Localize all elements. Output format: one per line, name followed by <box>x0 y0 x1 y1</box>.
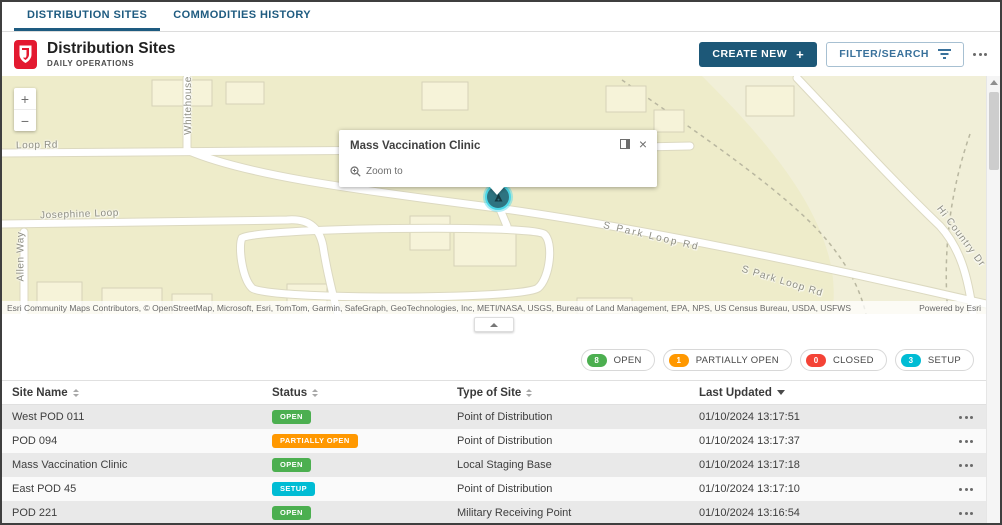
header-actions: CREATE NEW + FILTER/SEARCH <box>699 42 1000 67</box>
site-name: POD 221 <box>2 507 262 519</box>
site-name: West POD 011 <box>2 411 262 423</box>
powered-by-esri: Powered by Esri <box>919 303 981 313</box>
status-filter-closed[interactable]: 0 CLOSED <box>800 349 887 371</box>
last-updated: 01/10/2024 13:17:37 <box>689 435 946 447</box>
sort-icon <box>73 389 79 397</box>
page-title: Distribution Sites <box>47 40 175 57</box>
last-updated: 01/10/2024 13:17:10 <box>689 483 946 495</box>
status-badge: PARTIALLY OPEN <box>272 434 358 448</box>
zoom-to-link[interactable]: Zoom to <box>350 166 403 177</box>
status-badge: OPEN <box>272 506 311 520</box>
status-badge: OPEN <box>272 410 311 424</box>
status-summary-bar: 8 OPEN 1 PARTIALLY OPEN 0 CLOSED 3 SETUP <box>581 349 974 371</box>
scrollbar-thumb[interactable] <box>989 92 999 170</box>
sites-panel: 8 OPEN 1 PARTIALLY OPEN 0 CLOSED 3 SETUP… <box>2 314 986 523</box>
zoom-in-button[interactable]: + <box>14 88 36 110</box>
site-type: Local Staging Base <box>447 459 689 471</box>
table-row[interactable]: POD 221 OPEN Military Receiving Point 01… <box>2 501 986 525</box>
column-header-last-updated[interactable]: Last Updated <box>689 387 946 399</box>
filter-search-button[interactable]: FILTER/SEARCH <box>826 42 964 67</box>
row-more-icon[interactable] <box>959 440 986 443</box>
road-label-whitehouse: Whitehouse <box>183 76 194 135</box>
filter-icon <box>938 49 951 59</box>
sites-table: Site Name Status Type of Site Last Updat… <box>2 380 986 525</box>
map-popup: Mass Vaccination Clinic × Zoom to <box>339 130 657 187</box>
zoom-out-button[interactable]: − <box>14 110 36 131</box>
page-subtitle: DAILY OPERATIONS <box>47 59 175 68</box>
sort-icon <box>526 389 532 397</box>
last-updated: 01/10/2024 13:16:54 <box>689 507 946 519</box>
site-type: Point of Distribution <box>447 435 689 447</box>
map-attribution: Esri Community Maps Contributors, © Open… <box>2 301 986 314</box>
page-header: Distribution Sites DAILY OPERATIONS CREA… <box>2 32 1000 76</box>
status-count-badge: 0 <box>806 354 826 367</box>
site-type: Point of Distribution <box>447 411 689 423</box>
tab-distribution-sites[interactable]: DISTRIBUTION SITES <box>14 1 160 31</box>
column-header-status[interactable]: Status <box>262 387 447 399</box>
attribution-text: Esri Community Maps Contributors, © Open… <box>7 303 919 313</box>
chevron-up-icon <box>490 323 498 327</box>
plus-icon: + <box>796 47 804 62</box>
map[interactable]: Loop Rd Whitehouse Josephine Loop Allen … <box>2 76 986 314</box>
popup-actions: × <box>620 139 647 149</box>
row-more-icon[interactable] <box>959 416 986 419</box>
table-row[interactable]: POD 094 PARTIALLY OPEN Point of Distribu… <box>2 429 986 453</box>
table-row[interactable]: Mass Vaccination Clinic OPEN Local Stagi… <box>2 453 986 477</box>
panel-collapse-handle[interactable] <box>474 317 514 332</box>
column-header-type-of-site[interactable]: Type of Site <box>447 387 689 399</box>
row-more-icon[interactable] <box>959 488 986 491</box>
table-row[interactable]: West POD 011 OPEN Point of Distribution … <box>2 405 986 429</box>
magnifier-icon <box>350 166 361 177</box>
status-count-badge: 3 <box>901 354 921 367</box>
status-badge: OPEN <box>272 458 311 472</box>
map-zoom-control: + − <box>14 88 36 131</box>
app-window: DISTRIBUTION SITES COMMODITIES HISTORY D… <box>0 0 1002 525</box>
site-name: POD 094 <box>2 435 262 447</box>
scroll-up-icon[interactable] <box>990 80 998 85</box>
dock-icon[interactable] <box>620 139 630 149</box>
site-name: East POD 45 <box>2 483 262 495</box>
road-label-loop-rd: Loop Rd <box>16 140 58 152</box>
row-more-icon[interactable] <box>959 464 986 467</box>
tab-commodities-history[interactable]: COMMODITIES HISTORY <box>160 1 324 31</box>
sort-icon <box>312 389 318 397</box>
status-filter-setup[interactable]: 3 SETUP <box>895 349 974 371</box>
column-header-site-name[interactable]: Site Name <box>2 387 262 399</box>
popup-tail <box>489 186 505 195</box>
last-updated: 01/10/2024 13:17:18 <box>689 459 946 471</box>
status-count-badge: 8 <box>587 354 607 367</box>
status-badge: SETUP <box>272 482 315 496</box>
page-title-block: Distribution Sites DAILY OPERATIONS <box>47 40 175 68</box>
create-new-button[interactable]: CREATE NEW + <box>699 42 817 67</box>
top-tab-bar: DISTRIBUTION SITES COMMODITIES HISTORY <box>2 2 1000 32</box>
site-name: Mass Vaccination Clinic <box>2 459 262 471</box>
close-icon[interactable]: × <box>639 139 647 149</box>
row-more-icon[interactable] <box>959 512 986 515</box>
header-more-icon[interactable] <box>973 53 987 56</box>
site-type: Military Receiving Point <box>447 507 689 519</box>
table-row[interactable]: East POD 45 SETUP Point of Distribution … <box>2 477 986 501</box>
status-count-badge: 1 <box>669 354 689 367</box>
site-type: Point of Distribution <box>447 483 689 495</box>
last-updated: 01/10/2024 13:17:51 <box>689 411 946 423</box>
juvare-logo-icon <box>14 40 37 69</box>
table-header-row: Site Name Status Type of Site Last Updat… <box>2 380 986 405</box>
road-label-allen-way: Allen Way <box>16 231 27 281</box>
sort-desc-icon <box>777 390 785 395</box>
vertical-scrollbar[interactable] <box>986 76 1000 523</box>
popup-title: Mass Vaccination Clinic <box>350 140 646 152</box>
status-filter-open[interactable]: 8 OPEN <box>581 349 655 371</box>
status-filter-partially-open[interactable]: 1 PARTIALLY OPEN <box>663 349 792 371</box>
